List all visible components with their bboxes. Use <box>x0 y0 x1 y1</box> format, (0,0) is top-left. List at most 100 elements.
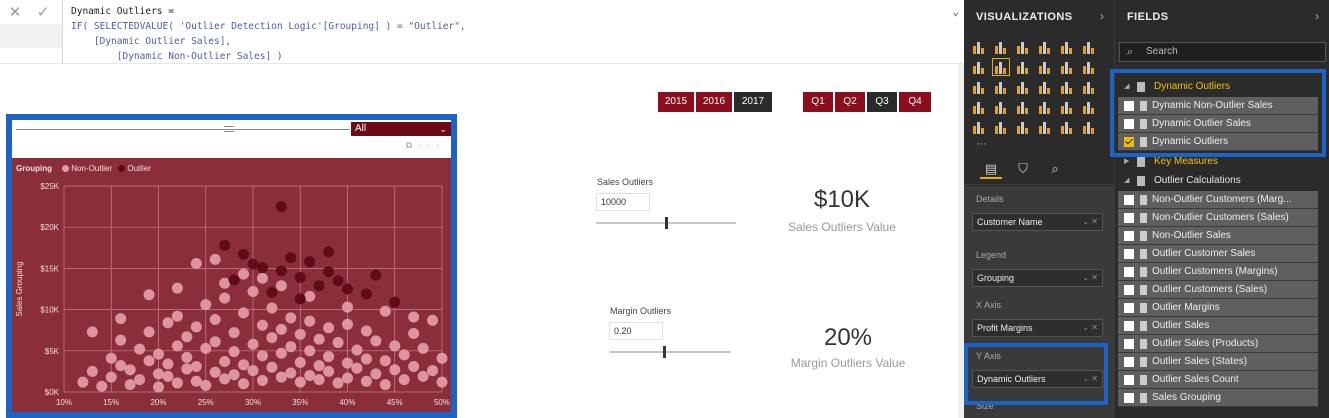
non-outlier-point[interactable] <box>134 343 146 355</box>
non-outlier-point[interactable] <box>275 347 287 359</box>
outlier-point[interactable] <box>294 293 306 305</box>
visual-type-icon[interactable] <box>1060 120 1074 134</box>
non-outlier-point[interactable] <box>408 360 420 372</box>
outlier-point[interactable] <box>256 262 268 274</box>
non-outlier-point[interactable] <box>105 352 117 364</box>
field-checkbox[interactable] <box>1124 339 1134 349</box>
non-outlier-point[interactable] <box>304 370 316 382</box>
visual-type-icon[interactable] <box>1016 100 1030 114</box>
non-outlier-point[interactable] <box>323 365 335 377</box>
non-outlier-point[interactable] <box>417 342 429 354</box>
field-item[interactable]: Outlier Customers (Margins) <box>1118 263 1318 281</box>
non-outlier-point[interactable] <box>209 366 221 378</box>
fields-tab-icon[interactable]: ▤ <box>980 161 1002 179</box>
field-checkbox[interactable] <box>1124 195 1134 205</box>
non-outlier-point[interactable] <box>313 374 325 386</box>
non-outlier-point[interactable] <box>351 344 363 356</box>
field-item[interactable]: Sales Grouping <box>1118 389 1318 407</box>
non-outlier-point[interactable] <box>313 333 325 345</box>
non-outlier-point[interactable] <box>238 378 250 390</box>
non-outlier-point[interactable] <box>408 311 420 323</box>
field-checkbox[interactable] <box>1124 285 1134 295</box>
non-outlier-point[interactable] <box>143 355 155 367</box>
check-icon[interactable]: ✓ <box>32 3 54 23</box>
non-outlier-point[interactable] <box>256 319 268 331</box>
non-outlier-point[interactable] <box>294 328 306 340</box>
field-item[interactable]: Non-Outlier Customers (Sales) <box>1118 209 1318 227</box>
visual-type-icon[interactable] <box>1082 120 1096 134</box>
non-outlier-point[interactable] <box>77 376 89 388</box>
outlier-point[interactable] <box>389 296 401 308</box>
non-outlier-point[interactable] <box>285 312 297 324</box>
visual-type-icon[interactable] <box>994 80 1008 94</box>
non-outlier-point[interactable] <box>162 317 174 329</box>
non-outlier-point[interactable] <box>143 289 155 301</box>
fields-search-input[interactable]: ⌕ Search <box>1119 42 1326 62</box>
non-outlier-point[interactable] <box>370 335 382 347</box>
visual-type-icon[interactable] <box>1038 100 1052 114</box>
non-outlier-point[interactable] <box>181 363 193 375</box>
slicer-quarter-q2[interactable]: Q2 <box>835 92 865 112</box>
non-outlier-point[interactable] <box>96 380 108 392</box>
non-outlier-point[interactable] <box>294 356 306 368</box>
non-outlier-point[interactable] <box>228 369 240 381</box>
non-outlier-point[interactable] <box>153 381 164 393</box>
visual-type-icon[interactable] <box>1060 100 1074 114</box>
non-outlier-point[interactable] <box>105 371 117 383</box>
well-field-x-axis[interactable]: Profit Margins ⌄ ✕ <box>972 319 1103 337</box>
field-item[interactable]: Outlier Sales Count <box>1118 371 1318 389</box>
non-outlier-point[interactable] <box>304 315 316 327</box>
outlier-point[interactable] <box>294 271 306 283</box>
non-outlier-point[interactable] <box>398 374 410 386</box>
outlier-point[interactable] <box>323 266 335 278</box>
non-outlier-point[interactable] <box>162 370 174 382</box>
non-outlier-point[interactable] <box>200 379 212 391</box>
non-outlier-point[interactable] <box>86 326 98 338</box>
visual-type-icon[interactable] <box>994 40 1008 54</box>
outlier-point[interactable] <box>228 274 240 286</box>
visual-type-icon[interactable] <box>972 120 986 134</box>
non-outlier-point[interactable] <box>323 322 335 334</box>
sales-param-input[interactable]: 10000 <box>596 193 650 211</box>
non-outlier-point[interactable] <box>285 367 297 379</box>
margin-param-track[interactable] <box>609 351 731 353</box>
non-outlier-point[interactable] <box>115 313 127 325</box>
field-checkbox[interactable] <box>1124 303 1134 313</box>
analytics-icon[interactable]: ⌕ <box>1044 161 1066 179</box>
field-checkbox[interactable] <box>1124 321 1134 331</box>
field-checkbox[interactable] <box>1124 267 1134 277</box>
non-outlier-point[interactable] <box>408 327 420 339</box>
non-outlier-point[interactable] <box>209 253 221 265</box>
visual-type-icon[interactable] <box>972 100 986 114</box>
visual-type-icon[interactable] <box>1016 120 1030 134</box>
field-item[interactable]: Non-Outlier Sales <box>1118 227 1318 245</box>
field-item[interactable]: Outlier Customer Sales <box>1118 245 1318 263</box>
outlier-point[interactable] <box>275 265 287 277</box>
non-outlier-point[interactable] <box>219 356 231 368</box>
slicer-quarter-q3[interactable]: Q3 <box>867 92 897 112</box>
non-outlier-point[interactable] <box>171 310 183 322</box>
visual-type-icon[interactable] <box>1060 60 1074 74</box>
non-outlier-point[interactable] <box>417 370 429 382</box>
non-outlier-point[interactable] <box>285 341 297 353</box>
visual-type-icon[interactable] <box>1038 40 1052 54</box>
non-outlier-point[interactable] <box>379 355 391 367</box>
non-outlier-point[interactable] <box>209 313 221 325</box>
non-outlier-point[interactable] <box>256 374 268 386</box>
field-checkbox[interactable] <box>1124 393 1134 403</box>
non-outlier-point[interactable] <box>436 376 448 388</box>
visual-type-icon[interactable] <box>1038 80 1052 94</box>
non-outlier-point[interactable] <box>200 299 212 311</box>
field-checkbox[interactable] <box>1124 249 1134 259</box>
field-item[interactable]: Outlier Sales (States) <box>1118 353 1318 371</box>
non-outlier-point[interactable] <box>304 345 316 357</box>
close-icon[interactable]: ✕ <box>4 3 26 23</box>
non-outlier-point[interactable] <box>294 376 306 388</box>
non-outlier-point[interactable] <box>209 336 221 348</box>
chevron-down-icon[interactable]: ⌄ <box>952 4 959 19</box>
well-remove-icon[interactable]: ⌄ ✕ <box>1082 320 1098 336</box>
field-checkbox[interactable] <box>1124 375 1134 385</box>
non-outlier-point[interactable] <box>436 352 448 364</box>
caret-down-icon[interactable]: ◢ <box>1124 172 1129 190</box>
outlier-point[interactable] <box>370 269 382 281</box>
